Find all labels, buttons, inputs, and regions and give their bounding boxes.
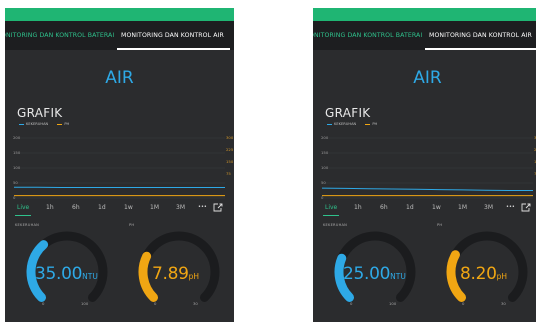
ph-value: 8.20pH [460,264,508,284]
chart-title: GRAFIK [325,106,371,120]
turbidity-max: 100 [389,301,397,306]
range-1h[interactable]: 1h [46,204,54,211]
tab-water[interactable]: MONITORING DAN KONTROL AIR [121,21,224,50]
turbidity-value: 25.00NTU [343,264,406,284]
phone-screen-right: ONITORING DAN KONTROL BATERAI MONITORING… [313,8,536,322]
turbidity-value: 35.00NTU [35,264,98,284]
range-3m[interactable]: 3M [176,204,185,211]
phone-screen-left: ONITORING DAN KONTROL BATERAI MONITORING… [5,8,234,322]
range-1m[interactable]: 1M [458,204,467,211]
tab-bar: ONITORING DAN KONTROL BATERAI MONITORING… [313,21,536,50]
y-tick-left: 50 [321,180,326,185]
active-range-indicator [323,215,339,216]
active-tab-indicator [425,48,536,50]
y-tick-left: 200 [13,135,21,140]
y-tick-right: 150 [226,159,234,164]
turbidity-min: 0 [350,301,353,306]
tab-water[interactable]: MONITORING DAN KONTROL AIR [429,21,532,50]
y-tick-left: 100 [13,165,21,170]
page-title: AIR [105,68,134,88]
y-tick-right: 75 [226,171,231,176]
more-icon[interactable]: ••• [198,204,207,210]
ph-value: 7.89pH [152,264,200,284]
line-chart: 20015010050030022515075 [321,135,536,200]
series-line-turbidity [321,187,533,191]
status-bar [313,8,536,21]
range-1d[interactable]: 1d [98,204,106,211]
page-title: AIR [413,68,442,88]
y-tick-left: 100 [321,165,329,170]
y-tick-right: 225 [226,147,234,152]
export-icon[interactable] [213,203,223,212]
y-tick-right: 300 [226,135,234,140]
range-3m[interactable]: 3M [484,204,493,211]
y-tick-left: 150 [13,150,21,155]
status-bar [5,8,234,21]
ph-min: 0 [154,301,157,306]
active-tab-indicator [117,48,230,50]
more-icon[interactable]: ••• [506,204,515,210]
tab-battery[interactable]: ONITORING DAN KONTROL BATERAI [313,21,422,50]
range-1m[interactable]: 1M [150,204,159,211]
export-icon[interactable] [521,203,531,212]
range-live[interactable]: Live [325,204,337,211]
time-range-selector: Live 1h 6h 1d 1w 1M 3M ••• [5,203,234,216]
ph-min: 0 [462,301,465,306]
tab-battery[interactable]: ONITORING DAN KONTROL BATERAI [5,21,114,50]
y-tick-left: 150 [321,150,329,155]
ph-max: 30 [501,301,506,306]
ph-max: 30 [193,301,198,306]
range-1w[interactable]: 1w [432,204,441,211]
range-1w[interactable]: 1w [124,204,133,211]
chart-title: GRAFIK [17,106,63,120]
range-live[interactable]: Live [17,204,29,211]
range-6h[interactable]: 6h [72,204,80,211]
tab-bar: ONITORING DAN KONTROL BATERAI MONITORING… [5,21,234,50]
time-range-selector: Live 1h 6h 1d 1w 1M 3M ••• [313,203,536,216]
y-tick-left: 200 [321,135,329,140]
turbidity-max: 100 [81,301,89,306]
y-tick-left: 50 [13,180,18,185]
active-range-indicator [15,215,31,216]
turbidity-min: 0 [42,301,45,306]
range-6h[interactable]: 6h [380,204,388,211]
range-1d[interactable]: 1d [406,204,414,211]
line-chart: 20015010050030022515075 [13,135,234,200]
range-1h[interactable]: 1h [354,204,362,211]
